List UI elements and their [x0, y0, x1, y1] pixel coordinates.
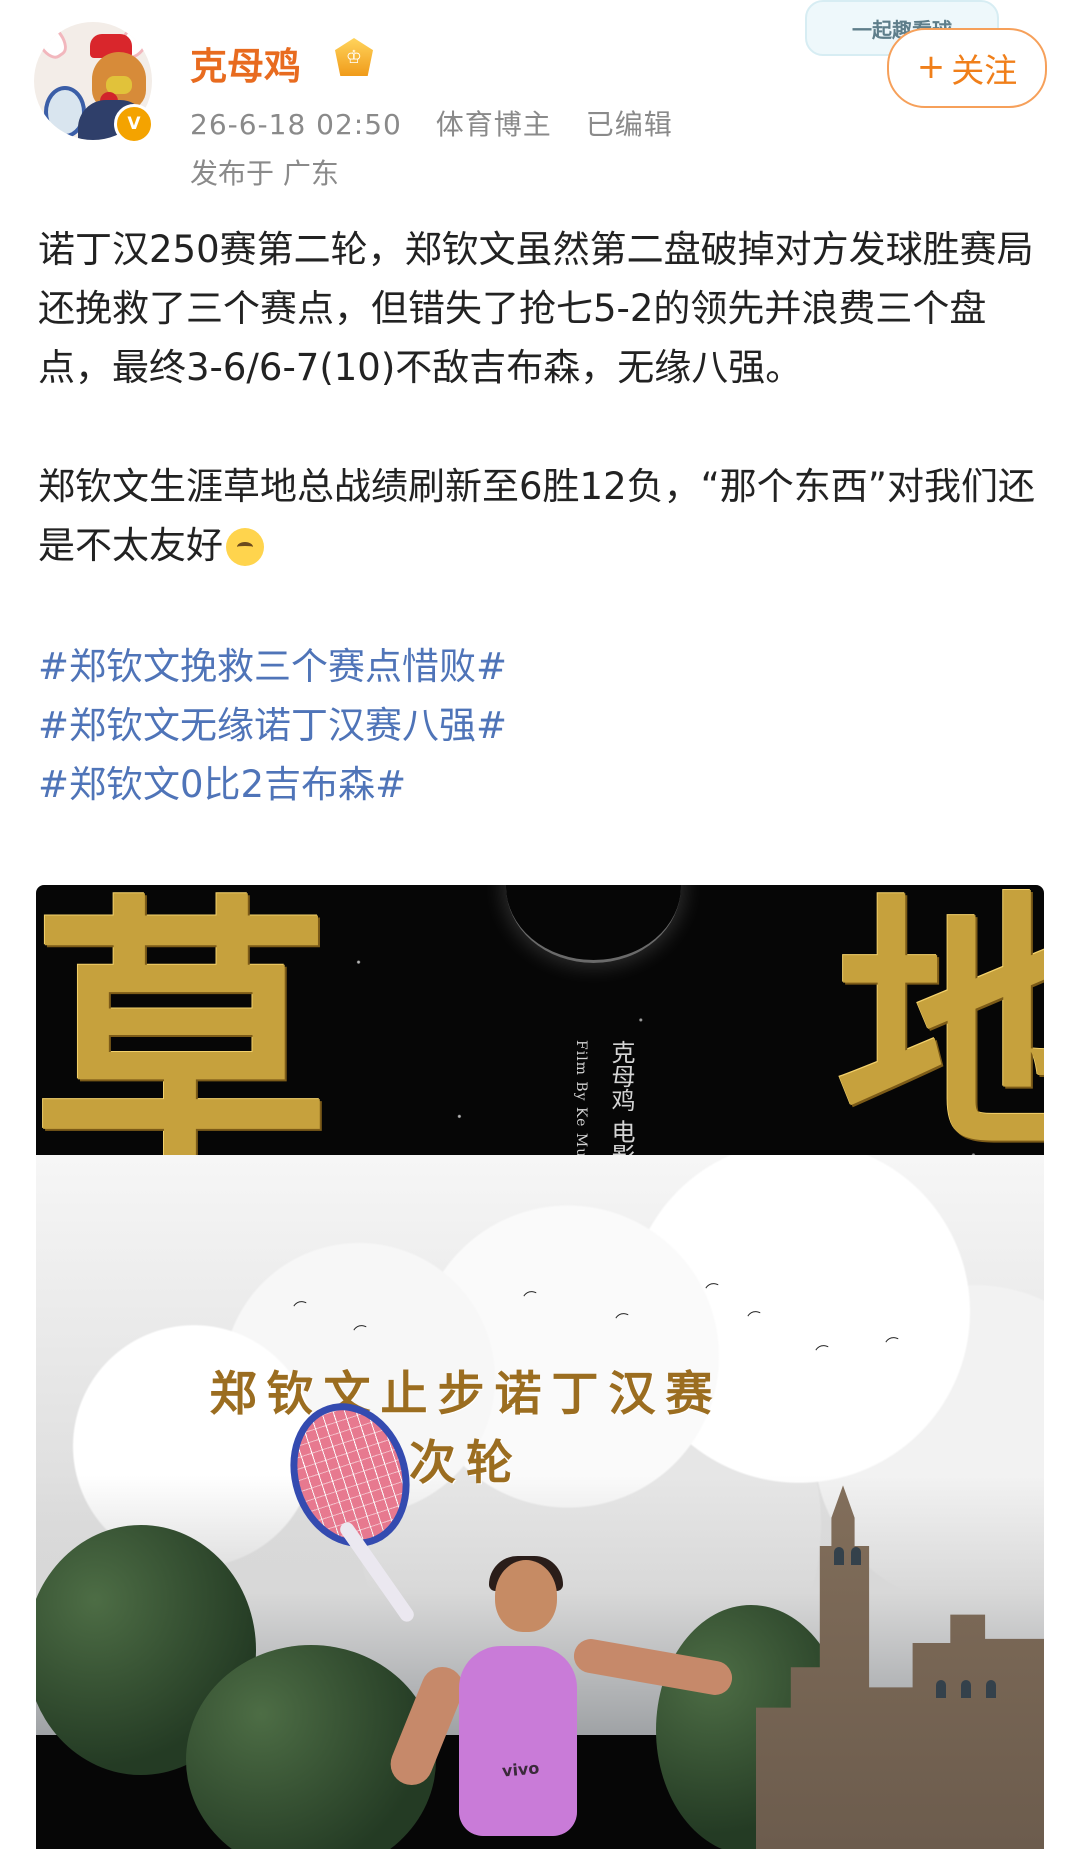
author-category: 体育博主: [435, 108, 552, 141]
hashtag-link[interactable]: #郑钦文0比2吉布森#: [38, 755, 1043, 814]
player-outfit: [459, 1646, 577, 1836]
post-location: 发布于 广东: [190, 157, 339, 190]
castle-window-icon: [986, 1680, 996, 1698]
film-credit-cn: 克母鸡 电影: [607, 1040, 635, 1168]
gold-calligraphy-left: 草: [36, 885, 331, 1221]
bird-icon: ⌒: [522, 1289, 541, 1309]
author-name[interactable]: 克母鸡: [190, 36, 301, 90]
poster-image[interactable]: 草 地 克母鸡 电影 A Film By Ke Mu Ji ⌒ ⌒ ⌒ ⌒ ⌒ …: [36, 885, 1044, 1849]
castle-window-icon: [834, 1547, 844, 1565]
post-header: V 克母鸡 ♔ 26-6-18 02:50 体育博主 已编辑 发布于 广东 一起…: [0, 0, 1080, 200]
hashtag-link[interactable]: #郑钦文无缘诺丁汉赛八强#: [38, 696, 1043, 755]
post-content: 诺丁汉250赛第二轮，郑钦文虽然第二盘破掉对方发球胜赛局还挽救了三个赛点，但错失…: [38, 220, 1043, 814]
crown-icon: ♔: [335, 38, 373, 76]
bird-icon: ⌒: [814, 1343, 833, 1363]
bird-icon: ⌒: [292, 1299, 311, 1319]
bunny-ear-left-icon: [34, 22, 73, 64]
player-head: [495, 1560, 557, 1632]
follow-button[interactable]: + 关注: [887, 28, 1047, 108]
post-meta: 26-6-18 02:50 体育博主 已编辑: [190, 103, 697, 143]
hashtag-link[interactable]: #郑钦文挽救三个赛点惜败#: [38, 637, 1043, 696]
bird-icon: ⌒: [352, 1323, 371, 1343]
poster-title: 郑钦文止步诺丁汉赛次轮: [209, 1367, 723, 1491]
castle-window-icon: [851, 1547, 861, 1565]
post-paragraph-2-text: 郑钦文生涯草地总战绩刷新至6胜12负，“那个东西”对我们还是不太友好: [38, 465, 1035, 567]
bird-icon: ⌒: [884, 1335, 903, 1355]
plus-icon: +: [916, 47, 946, 87]
bird-icon: ⌒: [746, 1309, 765, 1329]
bird-icon: ⌒: [614, 1311, 633, 1331]
post-paragraph-2: 郑钦文生涯草地总战绩刷新至6胜12负，“那个东西”对我们还是不太友好: [38, 457, 1043, 575]
post-paragraph-1: 诺丁汉250赛第二轮，郑钦文虽然第二盘破掉对方发球胜赛局还挽救了三个赛点，但错失…: [38, 228, 1034, 389]
follow-button-label: 关注: [951, 51, 1018, 90]
castle-window-icon: [936, 1680, 946, 1698]
crying-face-icon: [226, 528, 264, 566]
bird-icon: ⌒: [704, 1281, 723, 1301]
castle-window-icon: [961, 1680, 971, 1698]
tennis-player: [384, 1556, 735, 1849]
gold-calligraphy-right: 地: [836, 885, 1044, 1185]
post-date: 26-6-18 02:50: [190, 108, 402, 141]
verified-badge-icon: V: [114, 104, 154, 144]
hashtag-list: #郑钦文挽救三个赛点惜败# #郑钦文无缘诺丁汉赛八强# #郑钦文0比2吉布森#: [38, 637, 1043, 814]
sponsor-logo: vivo: [501, 1758, 541, 1781]
edited-label: 已编辑: [585, 108, 673, 141]
